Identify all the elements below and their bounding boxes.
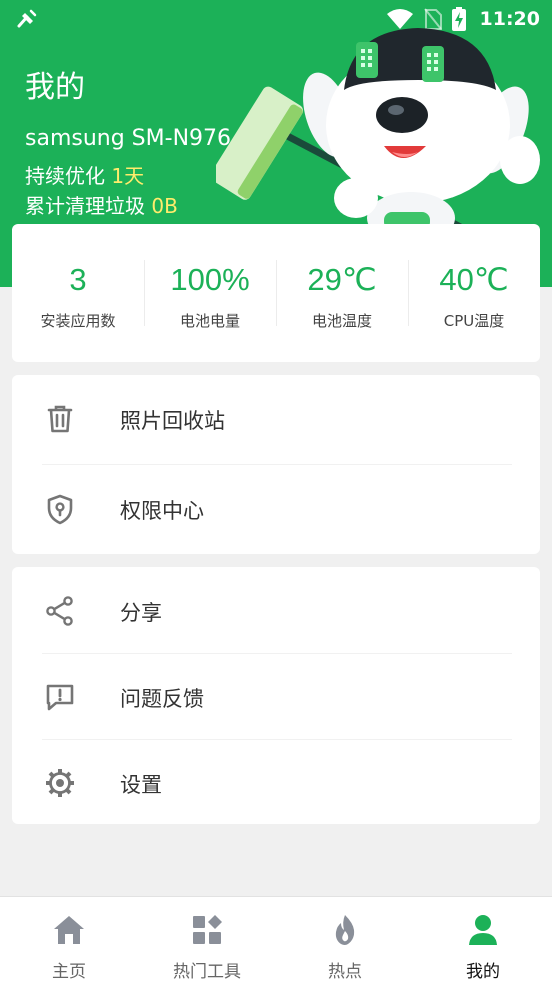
nav-tab-hotspot[interactable]: 热点 [276, 897, 414, 984]
bottom-navigation: 主页 热门工具 热点 我的 [0, 896, 552, 984]
stat-label: 安装应用数 [40, 312, 116, 330]
stat-cpu-temperature: 40℃ CPU温度 [408, 224, 540, 362]
menu-item-permission-center[interactable]: 权限中心 [12, 465, 540, 553]
device-stats-card: 3 安装应用数 100% 电池电量 29℃ 电池温度 40℃ CPU温度 [12, 224, 540, 362]
cleaned-value: 0B [151, 194, 178, 218]
nav-tab-mine[interactable]: 我的 [414, 897, 552, 984]
nav-label: 主页 [52, 962, 86, 982]
broom-notification-icon [17, 9, 37, 28]
menu-item-settings[interactable]: 设置 [12, 739, 540, 827]
optimization-label: 持续优化 [25, 164, 112, 188]
nav-label: 热点 [328, 962, 362, 982]
menu-item-label: 照片回收站 [120, 409, 225, 433]
stat-label: 电池温度 [311, 312, 372, 330]
nav-label: 我的 [466, 962, 500, 982]
stat-value: 100% [170, 262, 250, 297]
menu-item-label: 设置 [120, 773, 162, 797]
cleaned-label: 累计清理垃圾 [25, 194, 152, 218]
share-icon [46, 596, 73, 626]
nav-tab-home[interactable]: 主页 [0, 897, 138, 984]
gear-icon [46, 769, 74, 797]
home-icon [54, 916, 84, 944]
menu-item-label: 分享 [120, 601, 162, 625]
menu-item-photo-recycle-bin[interactable]: 照片回收站 [12, 375, 540, 463]
menu-item-label: 问题反馈 [120, 687, 204, 711]
stat-value: 29℃ [307, 262, 377, 297]
menu-item-label: 权限中心 [120, 499, 204, 523]
nav-label: 热门工具 [173, 962, 241, 982]
mascot-robot-dog-illustration [216, 28, 540, 230]
stat-label: 电池电量 [179, 312, 240, 330]
stat-value: 3 [69, 262, 87, 297]
tools-menu-card: 照片回收站 权限中心 [12, 375, 540, 554]
general-menu-card: 分享 问题反馈 设置 [12, 567, 540, 824]
stat-installed-apps: 3 安装应用数 [12, 224, 144, 362]
trash-icon [47, 405, 73, 433]
total-cleaned: 累计清理垃圾 0B [25, 190, 178, 219]
optimization-value: 1天 [111, 164, 145, 188]
stat-value: 40℃ [439, 262, 509, 297]
optimization-duration: 持续优化 1天 [25, 160, 144, 189]
page-title: 我的 [25, 70, 85, 105]
stat-label: CPU温度 [443, 312, 505, 330]
flame-icon [335, 915, 355, 945]
menu-item-share[interactable]: 分享 [12, 567, 540, 655]
nav-tab-hot-tools[interactable]: 热门工具 [138, 897, 276, 984]
menu-item-feedback[interactable]: 问题反馈 [12, 653, 540, 741]
stat-battery-temperature: 29℃ 电池温度 [276, 224, 408, 362]
feedback-icon [46, 684, 74, 711]
apps-grid-icon [193, 915, 222, 944]
shield-lock-icon [47, 494, 73, 525]
person-icon [469, 915, 497, 945]
stat-battery-level: 100% 电池电量 [144, 224, 276, 362]
